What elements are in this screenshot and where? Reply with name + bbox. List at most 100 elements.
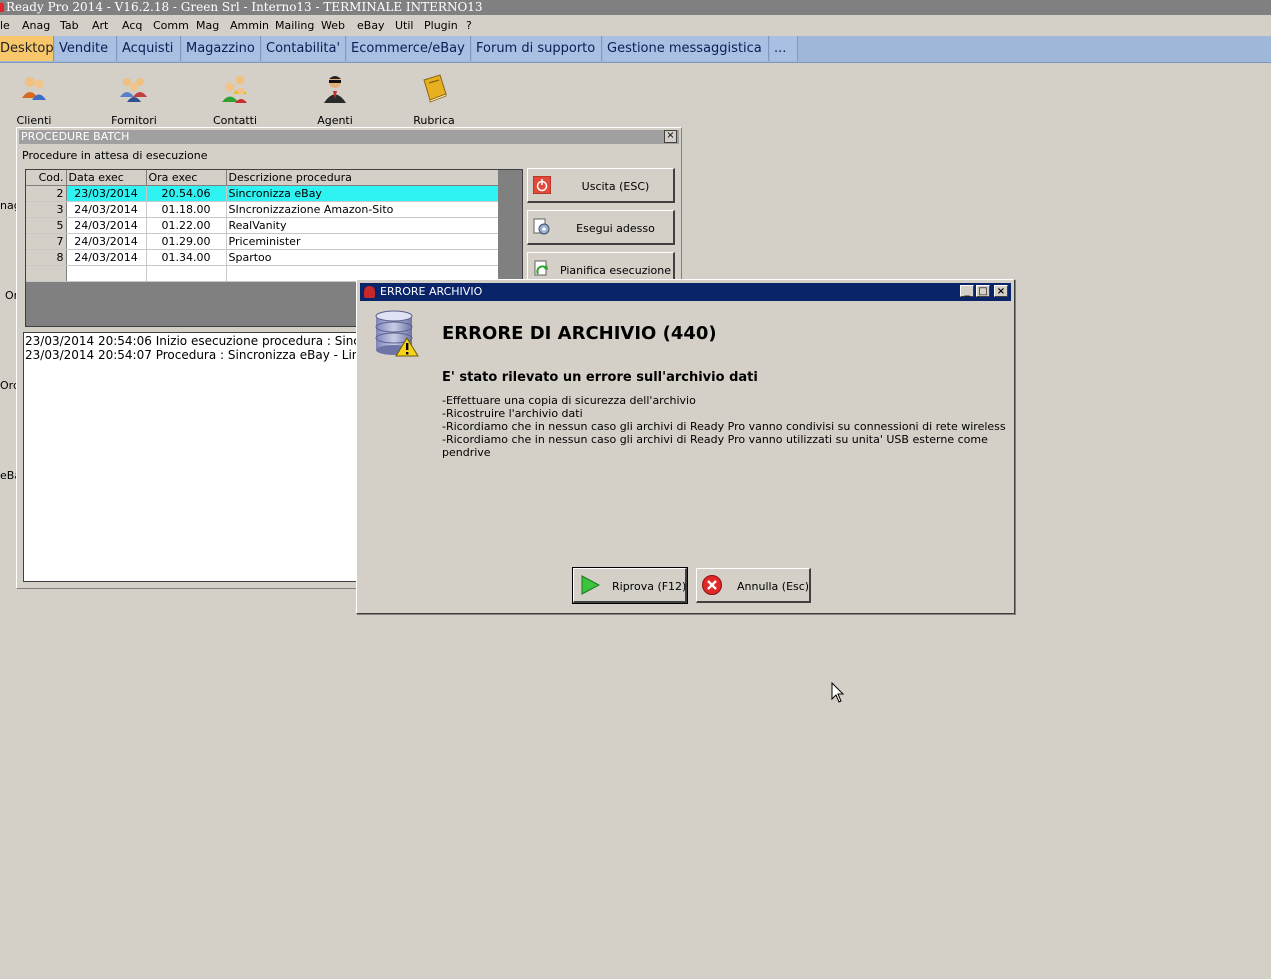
menu-ammin[interactable]: Ammin — [230, 19, 269, 32]
error-heading: ERRORE DI ARCHIVIO (440) — [442, 323, 717, 344]
tab-ecommerce-ebay[interactable]: Ecommerce/eBay — [347, 36, 471, 61]
procedure-table: Cod. Data exec Ora exec Descrizione proc… — [26, 170, 499, 282]
uscita-button-label: Uscita (ESC) — [581, 180, 650, 193]
esegui-adesso-label: Esegui adesso — [576, 222, 655, 235]
cancel-x-icon — [702, 575, 722, 595]
cell-ora-exec: 01.18.00 — [146, 201, 227, 218]
cell-cod: 8 — [26, 249, 67, 266]
batch-window-title: PROCEDURE BATCH — [21, 130, 130, 143]
cell-descrizione: Priceminister — [226, 233, 499, 250]
app-strawberry-icon — [364, 286, 375, 298]
tab-forum-supporto[interactable]: Forum di supporto — [472, 36, 602, 61]
desktop-icon-label: Agenti — [317, 114, 353, 127]
log-line: 23/03/2014 20:54:06 Inizio esecuzione pr… — [25, 334, 363, 348]
batch-window-header: PROCEDURE BATCH × — [19, 130, 679, 144]
cell-ora-exec: 01.22.00 — [146, 217, 227, 234]
menu-ebay[interactable]: eBay — [357, 19, 385, 32]
menu-art[interactable]: Art — [92, 19, 108, 32]
mouse-cursor-icon — [831, 682, 845, 703]
contatti-icon — [222, 75, 247, 103]
cell-descrizione: RealVanity — [226, 217, 499, 234]
desktop-icon-contatti[interactable]: Contatti — [195, 72, 275, 127]
exit-power-icon — [533, 176, 551, 194]
column-header-descrizione[interactable]: Descrizione procedura — [226, 170, 499, 186]
error-messages: -Effettuare una copia di sicurezza dell'… — [442, 394, 1014, 459]
schedule-refresh-icon — [534, 260, 548, 276]
close-icon[interactable]: × — [994, 285, 1008, 297]
table-row[interactable]: 8 24/03/2014 01.34.00 Spartoo — [26, 249, 499, 266]
batch-subtitle: Procedure in attesa di esecuzione — [22, 149, 208, 162]
menu-comm[interactable]: Comm — [153, 19, 189, 32]
column-header-cod[interactable]: Cod. — [26, 170, 67, 186]
menu-anag[interactable]: Anag — [22, 19, 50, 32]
desktop-icon-rubrica[interactable]: Rubrica — [394, 72, 474, 127]
error-message-line: -Ricordiamo che in nessun caso gli archi… — [442, 420, 1006, 433]
menu-util[interactable]: Util — [395, 19, 413, 32]
cell-data-exec: 24/03/2014 — [66, 201, 147, 218]
execution-log: 23/03/2014 20:54:06 Inizio esecuzione pr… — [23, 332, 363, 582]
app-title-bar: Ready Pro 2014 - V16.2.18 - Green Srl - … — [0, 0, 1271, 15]
app-logo-icon — [0, 3, 4, 12]
cell-ora-exec: 01.34.00 — [146, 249, 227, 266]
cell-data-exec: 23/03/2014 — [66, 185, 147, 202]
cell-cod: 3 — [26, 201, 67, 218]
riprova-button[interactable]: Riprova (F12) — [572, 567, 688, 604]
tab-more[interactable]: ... — [770, 36, 798, 61]
dialog-title-bar: ERRORE ARCHIVIO _ □ × — [360, 283, 1011, 301]
cell-ora-exec: 20.54.06 — [146, 185, 227, 202]
maximize-icon[interactable]: □ — [976, 285, 990, 297]
desktop-icon-label: Rubrica — [413, 114, 455, 127]
error-message-line: -Ricostruire l'archivio dati — [442, 407, 583, 420]
table-row[interactable]: 3 24/03/2014 01.18.00 SIncronizzazione A… — [26, 201, 499, 218]
pianifica-esecuzione-label: Pianifica esecuzione — [559, 264, 671, 277]
close-icon[interactable]: × — [664, 130, 677, 143]
annulla-button-label: Annulla (Esc) — [737, 580, 810, 593]
tab-acquisti[interactable]: Acquisti — [118, 36, 181, 61]
desktop-icon-label: Clienti — [16, 114, 52, 127]
minimize-icon[interactable]: _ — [960, 285, 974, 297]
cell-cod: 5 — [26, 217, 67, 234]
database-warning-icon — [375, 310, 419, 357]
cell-ora-exec: 01.29.00 — [146, 233, 227, 250]
table-row-selected[interactable]: 2 23/03/2014 20.54.06 Sincronizza eBay — [26, 185, 499, 202]
cell-cod — [26, 265, 67, 282]
desktop-icon-agenti[interactable]: Agenti — [295, 72, 375, 127]
error-subheading: E' stato rilevato un errore sull'archivi… — [442, 370, 758, 385]
cell-cod: 2 — [26, 185, 67, 202]
table-row[interactable]: 5 24/03/2014 01.22.00 RealVanity — [26, 217, 499, 234]
menu-plugin[interactable]: Plugin — [424, 19, 458, 32]
tab-magazzino[interactable]: Magazzino — [182, 36, 261, 61]
annulla-button[interactable]: Annulla (Esc) — [696, 568, 811, 603]
error-message-line: -Effettuare una copia di sicurezza dell'… — [442, 394, 696, 407]
errore-archivio-dialog: ERRORE ARCHIVIO _ □ × ERRORE DI ARCHIVIO… — [356, 279, 1015, 614]
desktop-icon-label: Contatti — [212, 114, 258, 127]
column-header-ora-exec[interactable]: Ora exec — [146, 170, 227, 186]
tab-gestione-messaggistica[interactable]: Gestione messaggistica — [603, 36, 769, 61]
tab-desktop[interactable]: Desktop — [0, 36, 54, 61]
menu-mag[interactable]: Mag — [196, 19, 219, 32]
table-row[interactable]: 7 24/03/2014 01.29.00 Priceminister — [26, 233, 499, 250]
desktop-icon-label: Fornitori — [111, 114, 157, 127]
error-message-line: -Ricordiamo che in nessun caso gli archi… — [442, 433, 988, 459]
menu-web[interactable]: Web — [321, 19, 345, 32]
grid-scrollbar[interactable] — [498, 170, 522, 280]
tab-contabilita[interactable]: Contabilita' — [262, 36, 346, 61]
uscita-button[interactable]: Uscita (ESC) — [527, 168, 675, 203]
tab-vendite[interactable]: Vendite — [55, 36, 117, 61]
menu-mailing[interactable]: Mailing — [275, 19, 314, 32]
cell-descrizione: Spartoo — [226, 249, 499, 266]
column-header-data-exec[interactable]: Data exec — [66, 170, 147, 186]
menu-acq[interactable]: Acq — [122, 19, 142, 32]
cell-cod: 7 — [26, 233, 67, 250]
menu-tab[interactable]: Tab — [60, 19, 79, 32]
desktop-icon-fornitori[interactable]: Fornitori — [94, 72, 174, 127]
riprova-button-label: Riprova (F12) — [612, 580, 687, 593]
desktop-icon-clienti[interactable]: Clienti — [0, 72, 74, 127]
menu-help[interactable]: ? — [466, 19, 472, 32]
menu-bar: le Anag Tab Art Acq Comm Mag Ammin Maili… — [0, 15, 1271, 35]
menu-file[interactable]: le — [0, 19, 10, 32]
esegui-adesso-button[interactable]: Esegui adesso — [527, 210, 675, 245]
module-tab-bar: Desktop Vendite Acquisti Magazzino Conta… — [0, 36, 1271, 63]
app-title: Ready Pro 2014 - V16.2.18 - Green Srl - … — [6, 0, 483, 14]
agenti-icon — [324, 76, 346, 103]
